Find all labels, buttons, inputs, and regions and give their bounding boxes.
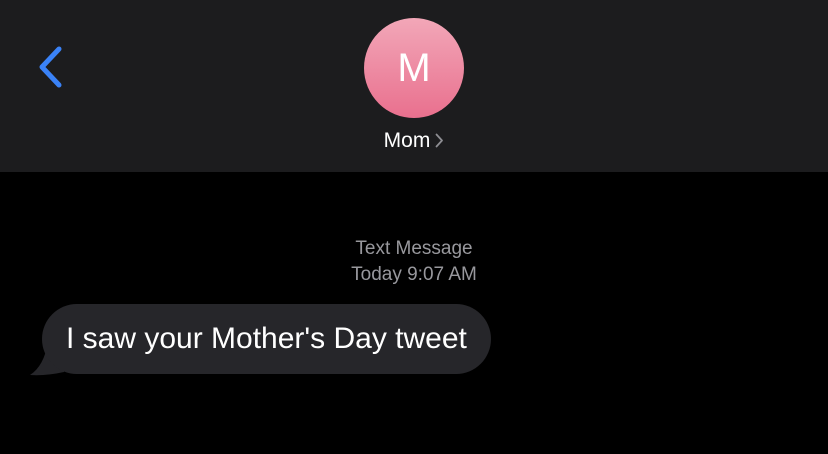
service-label: Text Message	[355, 238, 473, 259]
contact-name: Mom	[383, 128, 431, 152]
message-timestamp: Today 9:07 AM	[351, 264, 477, 285]
message-text: I saw your Mother's Day tweet	[66, 322, 467, 355]
chevron-right-icon	[435, 133, 444, 148]
contact-details-button[interactable]: M Mom	[314, 16, 514, 156]
thread-info: Text Message Today 9:07 AM	[214, 236, 614, 288]
chevron-left-icon	[39, 46, 62, 88]
incoming-message-bubble[interactable]: I saw your Mother's Day tweet	[42, 304, 491, 374]
avatar: M	[364, 18, 464, 118]
contact-name-row: Mom	[314, 126, 514, 154]
back-button[interactable]	[22, 38, 78, 96]
avatar-initial: M	[397, 46, 431, 90]
conversation-header: M Mom	[0, 0, 828, 172]
messages-screen: M Mom Text Message Today 9:07 AM I saw y…	[0, 0, 828, 454]
